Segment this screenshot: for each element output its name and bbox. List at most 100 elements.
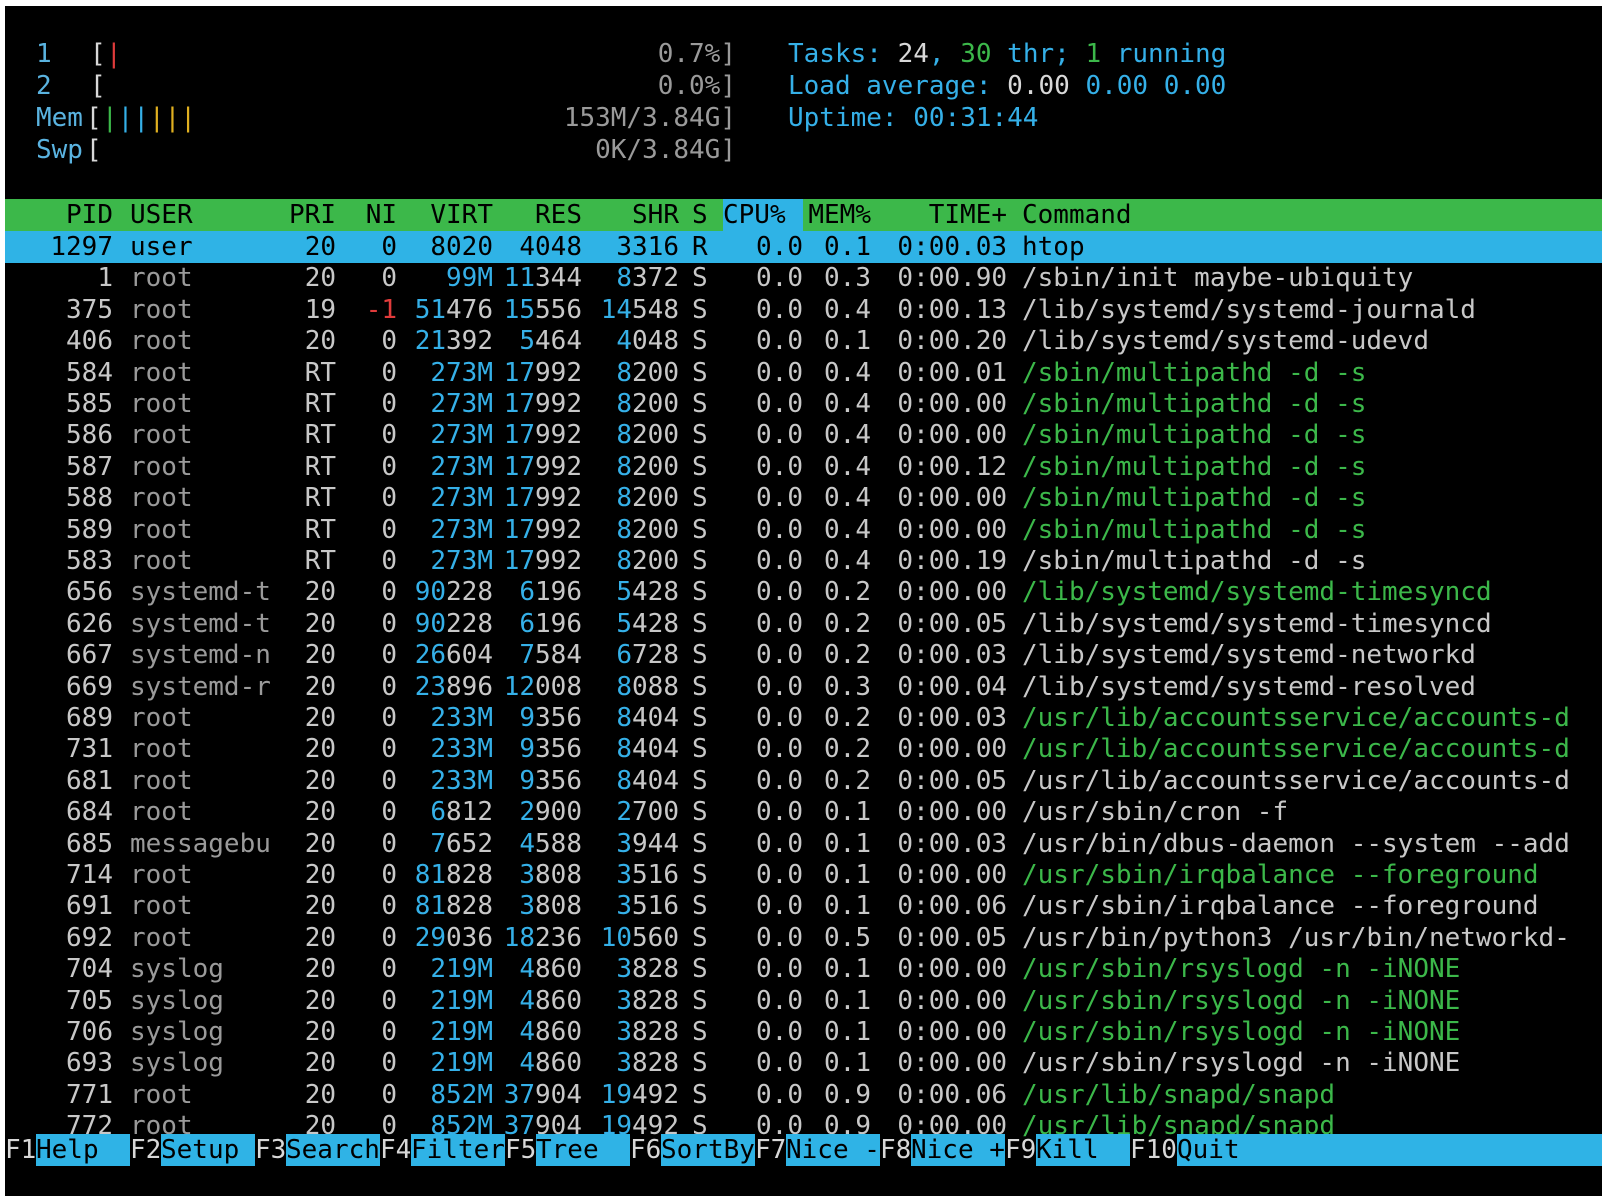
table-row[interactable]: 669 systemd-r 20 0 23896 12008 8088 S 0.0 0.3 0:00… — [5, 671, 1602, 703]
table-row[interactable]: 1 root 20 0 99M 11344 8372 S 0.0 0.3 0:00.90/sbin/… — [5, 262, 1602, 294]
col-virt[interactable]: VIRT — [405, 199, 493, 231]
cell-pid: 705 — [66, 985, 113, 1016]
cell-shr: 8200 — [616, 514, 679, 545]
cell-user: root — [130, 922, 193, 953]
table-row[interactable]: 583 root RT 0 273M 17992 8200 S 0.0 0.4 0:00.19/sb… — [5, 545, 1602, 577]
table-row[interactable]: 689 root 20 0 233M 9356 8404 S 0.0 0.2 0:00.03/usr… — [5, 702, 1602, 734]
col-res[interactable]: RES — [500, 199, 582, 231]
fkey-label-quit[interactable]: Quit — [1177, 1134, 1602, 1166]
table-row[interactable]: 692 root 20 0 29036 18236 10560 S 0.0 0.5 0:00.05 /… — [5, 922, 1602, 954]
fkey-f2[interactable]: F2 — [130, 1134, 161, 1166]
cell-state: S — [692, 828, 708, 859]
table-row[interactable]: 406 root 20 0 21392 5464 4048 S 0.0 0.1 0:00.20/li… — [5, 325, 1602, 357]
fkey-label-nice-[interactable]: Nice - — [786, 1134, 880, 1166]
cell-nice: 0 — [381, 860, 397, 890]
table-row[interactable]: 693 syslog 20 0 219M 4860 3828 S 0.0 0.1 0:00.00/u… — [5, 1047, 1602, 1079]
cell-mem: 0.5 — [824, 922, 871, 953]
cell-shr: 8200 — [616, 389, 679, 419]
fkey-f1[interactable]: F1 — [5, 1134, 36, 1166]
table-row[interactable]: 771 root 20 0 852M 37904 19492 S 0.0 0.9 0:00.06/u… — [5, 1079, 1602, 1111]
cell-command: /lib/systemd/systemd-udevd — [1022, 326, 1429, 357]
cell-res: 17992 — [503, 546, 582, 576]
col-shr[interactable]: SHR — [595, 199, 679, 231]
table-row[interactable]: 691 root 20 0 81828 3808 3516 S 0.0 0.1 0:00.06/us… — [5, 890, 1602, 922]
table-row[interactable]: 586 root RT 0 273M 17992 8200 S 0.0 0.4 0:00.00/sb… — [5, 419, 1602, 451]
cell-res: 4048 — [519, 232, 582, 262]
col-pri[interactable]: PRI — [275, 199, 336, 231]
cell-nice: 0 — [381, 922, 397, 953]
fkey-f4[interactable]: F4 — [380, 1134, 411, 1166]
fkey-f6[interactable]: F6 — [630, 1134, 661, 1166]
cell-time: 0:00.03 — [897, 640, 1007, 671]
fkey-label-nice-[interactable]: Nice + — [911, 1134, 1005, 1166]
fkey-f5[interactable]: F5 — [505, 1134, 536, 1166]
cell-shr: 3944 — [616, 828, 679, 859]
cell-shr: 6728 — [616, 640, 679, 671]
table-row[interactable]: 704 syslog 20 0 219M 4860 3828 S 0.0 0.1 0:00.00/u… — [5, 953, 1602, 985]
fkey-f7[interactable]: F7 — [755, 1134, 786, 1166]
table-row[interactable]: 588 root RT 0 273M 17992 8200 S 0.0 0.4 0:00.00/sb… — [5, 482, 1602, 514]
cell-res: 17992 — [503, 357, 582, 388]
table-row[interactable]: 714 root 20 0 81828 3808 3516 S 0.0 0.1 0:00.00/us… — [5, 859, 1602, 891]
table-row[interactable]: 705 syslog 20 0 219M 4860 3828 S 0.0 0.1 0:00.00/u… — [5, 985, 1602, 1017]
fkey-f8[interactable]: F8 — [880, 1134, 911, 1166]
cell-command: /usr/lib/accountsservice/accounts-d — [1022, 703, 1570, 733]
fkey-f3[interactable]: F3 — [255, 1134, 286, 1166]
meter-label: Mem — [36, 103, 83, 133]
cell-nice: 0 — [381, 734, 397, 765]
cell-user: root — [130, 294, 193, 325]
fkey-label-kill[interactable]: Kill — [1036, 1134, 1130, 1166]
table-row[interactable]: 681 root 20 0 233M 9356 8404 S 0.0 0.2 0:00.05/usr… — [5, 765, 1602, 797]
cell-state: S — [692, 577, 708, 608]
col-pid[interactable]: PID — [5, 199, 113, 231]
fkey-label-sortby[interactable]: SortBy — [661, 1134, 755, 1166]
cell-user: syslog — [130, 954, 224, 985]
cell-user: root — [130, 389, 193, 419]
table-row[interactable]: 587 root RT 0 273M 17992 8200 S 0.0 0.4 0:00.12/sb… — [5, 451, 1602, 483]
col-cpu-sorted[interactable]: CPU% — [723, 199, 803, 231]
col-command[interactable]: Command — [1022, 199, 1132, 231]
col-state[interactable]: S — [692, 199, 708, 231]
cell-pid: 667 — [66, 640, 113, 671]
table-row[interactable]: 684 root 20 0 6812 2900 2700 S 0.0 0.1 0:00.00/usr… — [5, 796, 1602, 828]
cell-pid: 587 — [66, 451, 113, 482]
fkey-label-setup[interactable]: Setup — [161, 1134, 255, 1166]
table-row[interactable]: 706 syslog 20 0 219M 4860 3828 S 0.0 0.1 0:00.00/u… — [5, 1016, 1602, 1048]
cell-nice: 0 — [381, 1079, 397, 1110]
col-mem[interactable]: MEM% — [803, 199, 871, 231]
col-ni[interactable]: NI — [345, 199, 397, 231]
cell-user: root — [130, 546, 193, 576]
table-row[interactable]: 731 root 20 0 233M 9356 8404 S 0.0 0.2 0:00.00/usr… — [5, 733, 1602, 765]
terminal-window[interactable]: 1[| 0.7%] 2[0.0%] Mem[|||||| 153M/3.84G] Swp[… — [5, 6, 1602, 1196]
col-user[interactable]: USER — [130, 199, 193, 231]
cell-virt: 81828 — [414, 891, 493, 922]
table-row[interactable]: 656 systemd-t 20 0 90228 6196 5428 S 0.0 0.2 0:00.… — [5, 576, 1602, 608]
cell-virt: 26604 — [414, 640, 493, 671]
cell-user: messagebu — [130, 828, 271, 859]
cell-mem: 0.3 — [824, 671, 871, 702]
table-row[interactable]: 626 systemd-t 20 0 90228 6196 5428 S 0.0 0.2 0:00.… — [5, 608, 1602, 640]
table-row[interactable]: 667 systemd-n 20 0 26604 7584 6728 S 0.0 0.2 0:00.… — [5, 639, 1602, 671]
table-row[interactable]: 685 messagebu 20 0 7652 4588 3944 S 0.0 0.1 0:00.0… — [5, 828, 1602, 860]
cell-shr: 4048 — [616, 326, 679, 357]
cell-mem: 0.4 — [824, 514, 871, 545]
table-row[interactable]: 375 root 19 -1 51476 15556 14548 S 0.0 0.4 0:00.13… — [5, 294, 1602, 326]
table-row[interactable]: 589 root RT 0 273M 17992 8200 S 0.0 0.4 0:00.00/sb… — [5, 514, 1602, 546]
cell-pid: 1297 — [50, 232, 113, 262]
table-row-selected[interactable]: 1297 user 20 0 8020 4048 3316 R 0.0 0.1 0:00.03 hto… — [5, 231, 1602, 263]
fkey-f9[interactable]: F9 — [1005, 1134, 1036, 1166]
table-row[interactable]: 584 root RT 0 273M 17992 8200 S 0.0 0.4 0:00.01/sb… — [5, 357, 1602, 389]
fkey-f10[interactable]: F10 — [1130, 1134, 1177, 1166]
table-row[interactable]: 585 root RT 0 273M 17992 8200 S 0.0 0.4 0:00.00/sb… — [5, 388, 1602, 420]
cell-virt: 7652 — [430, 828, 493, 859]
cell-command: /sbin/multipathd -d -s — [1022, 514, 1367, 545]
cell-time: 0:00.05 — [897, 765, 1007, 796]
cell-shr: 8200 — [616, 357, 679, 388]
fkey-label-tree[interactable]: Tree — [536, 1134, 630, 1166]
cell-mem: 0.1 — [824, 797, 871, 828]
fkey-label-search[interactable]: Search — [286, 1134, 380, 1166]
fkey-label-filter[interactable]: Filter — [411, 1134, 505, 1166]
col-time[interactable]: TIME+ — [877, 199, 1007, 231]
fkey-label-help[interactable]: Help — [36, 1134, 130, 1166]
cell-user: root — [130, 734, 193, 765]
